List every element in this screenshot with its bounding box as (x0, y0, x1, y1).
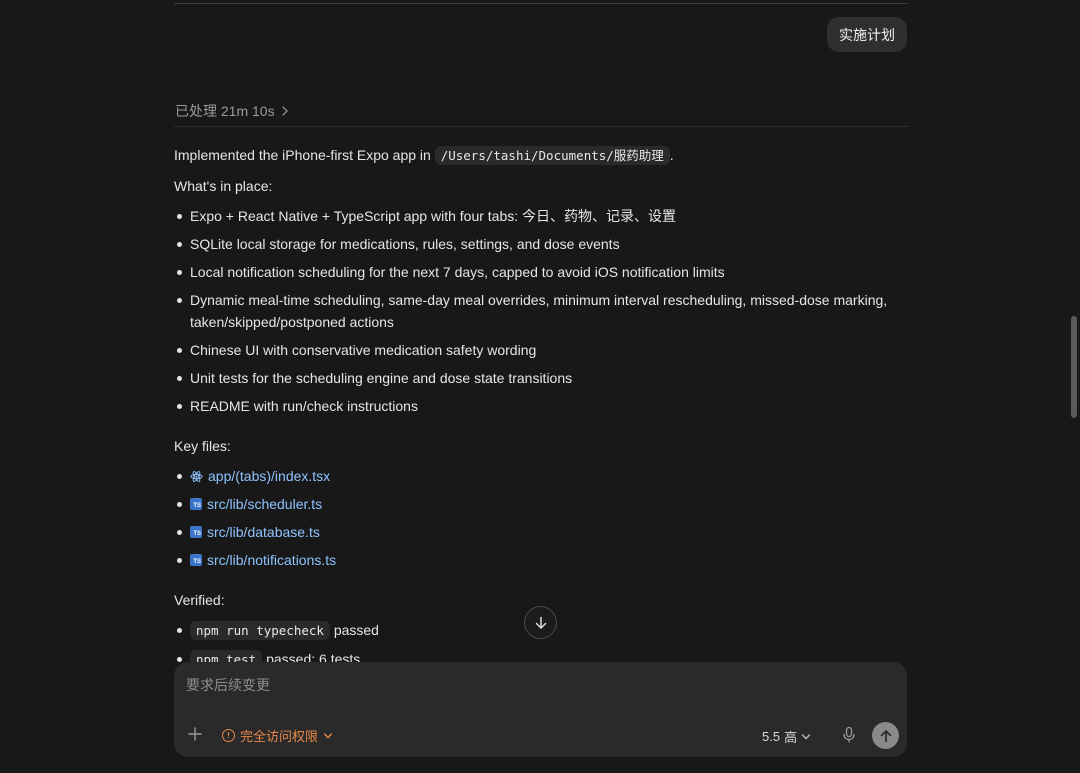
list-item: Local notification scheduling for the ne… (177, 261, 908, 283)
file-name: app/(tabs)/index.tsx (208, 468, 331, 484)
access-permission-dropdown[interactable]: ! 完全访问权限 (222, 726, 333, 745)
divider (174, 126, 908, 127)
message-composer[interactable]: 要求后续变更 ! 完全访问权限 5.5 高 (174, 662, 907, 757)
list-item: TS src/lib/database.ts (177, 521, 908, 543)
list-item: Expo + React Native + TypeScript app wit… (177, 205, 908, 227)
arrow-up-icon (880, 729, 891, 742)
send-button[interactable] (872, 722, 899, 749)
file-name: src/lib/database.ts (207, 524, 320, 540)
list-item: TS src/lib/notifications.ts (177, 549, 908, 571)
file-link[interactable]: TS src/lib/notifications.ts (190, 549, 908, 571)
file-name: src/lib/notifications.ts (207, 552, 337, 568)
scrollbar-thumb[interactable] (1071, 316, 1077, 418)
list-item: SQLite local storage for medications, ru… (177, 233, 908, 255)
warning-icon: ! (222, 729, 235, 742)
list-item: Chinese UI with conservative medication … (177, 339, 908, 361)
assistant-response: Implemented the iPhone-first Expo app in… (174, 144, 908, 677)
microphone-icon (843, 726, 855, 743)
file-link[interactable]: TS src/lib/database.ts (190, 521, 908, 543)
chevron-down-icon (801, 733, 811, 739)
react-icon (190, 470, 203, 482)
key-files-list: app/(tabs)/index.tsx TS src/lib/schedule… (174, 465, 908, 571)
command-code: npm run typecheck (190, 621, 330, 640)
app-window: 实施计划 已处理 21m 10s Implemented the iPhone-… (0, 0, 1080, 773)
intro-text: Implemented the iPhone-first Expo app in (174, 147, 435, 163)
list-item: Dynamic meal-time scheduling, same-day m… (177, 289, 908, 333)
plus-icon (188, 727, 202, 741)
processing-status-label: 已处理 21m 10s (175, 103, 275, 119)
previous-message-edge (174, 0, 908, 4)
intro-suffix: . (669, 147, 674, 163)
add-attachment-button[interactable] (188, 725, 202, 745)
arrow-down-icon (535, 616, 546, 629)
file-link[interactable]: TS src/lib/scheduler.ts (190, 493, 908, 515)
list-item: app/(tabs)/index.tsx (177, 465, 908, 487)
list-item: TS src/lib/scheduler.ts (177, 493, 908, 515)
command-result: passed (333, 622, 379, 638)
scroll-to-bottom-button[interactable] (524, 606, 557, 639)
intro-line: Implemented the iPhone-first Expo app in… (174, 144, 908, 167)
list-item: README with run/check instructions (177, 395, 908, 417)
composer-input[interactable]: 要求后续变更 (186, 675, 270, 695)
access-label: 完全访问权限 (240, 729, 319, 744)
typescript-file-icon: TS (190, 554, 202, 566)
feature-list: Expo + React Native + TypeScript app wit… (174, 205, 908, 417)
model-level: 高 (784, 730, 798, 745)
chevron-right-icon (281, 104, 289, 119)
user-message-bubble: 实施计划 (827, 17, 907, 52)
file-name: src/lib/scheduler.ts (207, 496, 323, 512)
chevron-down-icon (323, 732, 333, 738)
section-heading-key-files: Key files: (174, 438, 231, 454)
file-link[interactable]: app/(tabs)/index.tsx (190, 465, 908, 487)
list-item: Unit tests for the scheduling engine and… (177, 367, 908, 389)
user-message-text: 实施计划 (839, 26, 895, 43)
model-version: 5.5 (762, 729, 781, 744)
model-selector[interactable]: 5.5 高 (762, 727, 811, 746)
section-heading-in-place: What's in place: (174, 178, 273, 194)
typescript-file-icon: TS (190, 526, 202, 538)
processing-status-toggle[interactable]: 已处理 21m 10s (175, 101, 289, 121)
project-path-code: /Users/tashi/Documents/服药助理 (434, 146, 670, 165)
microphone-button[interactable] (842, 726, 856, 749)
typescript-file-icon: TS (190, 498, 202, 510)
